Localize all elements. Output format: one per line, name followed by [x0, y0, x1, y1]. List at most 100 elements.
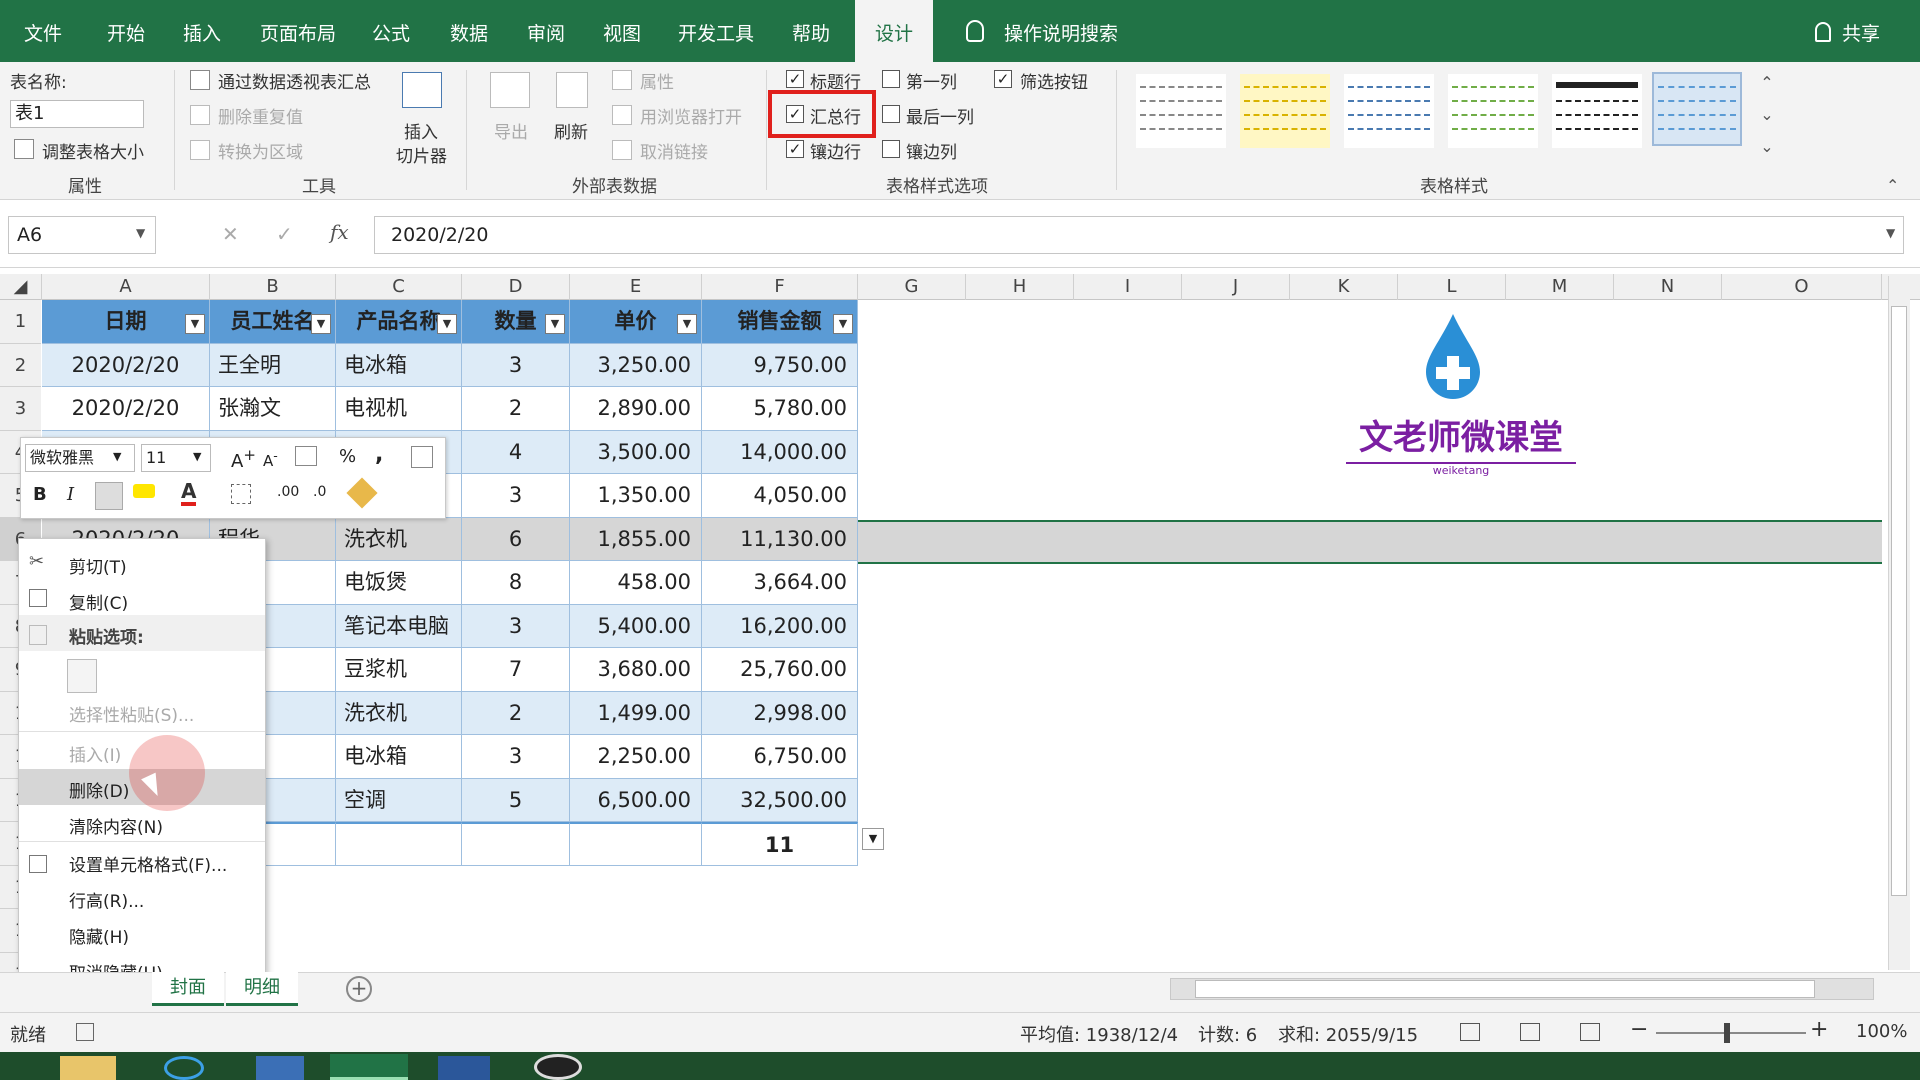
- menu-item-clear-contents[interactable]: 清除内容(N): [69, 813, 163, 838]
- add-sheet-icon[interactable]: +: [346, 976, 372, 1002]
- vertical-scrollbar[interactable]: [1888, 276, 1910, 970]
- sheet-tab-cover[interactable]: 封面: [152, 972, 224, 1006]
- file-explorer-icon[interactable]: [60, 1056, 116, 1080]
- tell-me-search[interactable]: 操作说明搜索: [1004, 0, 1118, 62]
- insert-function-icon[interactable]: fx: [330, 220, 349, 244]
- table-header-cell[interactable]: 销售金额 ▼: [702, 300, 858, 344]
- column-header-L[interactable]: L: [1398, 274, 1506, 300]
- table-cell[interactable]: 9,750.00: [702, 343, 858, 387]
- excel-icon[interactable]: [330, 1054, 408, 1080]
- column-header-G[interactable]: G: [858, 274, 966, 300]
- zoom-slider-thumb[interactable]: [1724, 1023, 1730, 1043]
- column-header-H[interactable]: H: [966, 274, 1074, 300]
- total-row-cell[interactable]: [336, 822, 462, 866]
- tab-insert[interactable]: 插入: [183, 0, 221, 62]
- menu-item-delete[interactable]: 删除(D): [69, 777, 129, 802]
- remove-duplicates-button[interactable]: 删除重复值: [218, 103, 303, 128]
- zoom-in-icon[interactable]: +: [1810, 1017, 1828, 1042]
- format-painter-icon[interactable]: [346, 477, 378, 509]
- table-cell[interactable]: 16,200.00: [702, 604, 858, 648]
- first-column-checkbox[interactable]: [882, 70, 900, 88]
- increase-font-icon[interactable]: A+: [231, 446, 256, 472]
- filter-dropdown-icon[interactable]: ▼: [677, 314, 697, 334]
- menu-item-row-height[interactable]: 行高(R)...: [69, 887, 144, 912]
- row-header[interactable]: 1: [0, 300, 41, 344]
- table-cell[interactable]: 5,400.00: [570, 604, 702, 648]
- record-icon[interactable]: [534, 1054, 582, 1080]
- convert-to-range-button[interactable]: 转换为区域: [218, 138, 303, 163]
- table-cell[interactable]: 3,680.00: [570, 648, 702, 692]
- page-break-view-icon[interactable]: [1580, 1023, 1600, 1041]
- chevron-down-icon[interactable]: ▼: [193, 450, 201, 463]
- table-header-cell[interactable]: 产品名称 ▼: [336, 300, 462, 344]
- filter-button-checkbox[interactable]: ✓: [994, 70, 1012, 88]
- tab-data[interactable]: 数据: [450, 0, 488, 62]
- table-cell[interactable]: 3,250.00: [570, 343, 702, 387]
- table-cell[interactable]: 1,499.00: [570, 691, 702, 735]
- zoom-slider[interactable]: [1656, 1032, 1806, 1034]
- table-cell[interactable]: 洗衣机: [336, 691, 462, 735]
- table-cell[interactable]: 458.00: [570, 561, 702, 605]
- gallery-more-icon[interactable]: ⌄: [1754, 134, 1780, 160]
- enter-icon[interactable]: ✓: [276, 222, 293, 246]
- paste-icon[interactable]: [67, 659, 97, 693]
- table-cell[interactable]: 2020/2/20: [42, 343, 210, 387]
- chevron-down-icon[interactable]: ▼: [113, 450, 121, 463]
- row-header[interactable]: 2: [0, 343, 41, 387]
- table-cell[interactable]: 3: [462, 474, 570, 518]
- table-header-cell[interactable]: 数量 ▼: [462, 300, 570, 344]
- macro-record-icon[interactable]: [76, 1023, 94, 1041]
- table-cell[interactable]: 5: [462, 778, 570, 822]
- table-cell[interactable]: 笔记本电脑: [336, 604, 462, 648]
- tab-design[interactable]: 设计: [855, 0, 934, 62]
- column-header-O[interactable]: O: [1722, 274, 1882, 300]
- total-row-value[interactable]: 11: [702, 822, 858, 866]
- banded-columns-checkbox[interactable]: [882, 140, 900, 158]
- refresh-button[interactable]: 刷新: [554, 118, 588, 143]
- share-button[interactable]: 共享: [1842, 0, 1880, 62]
- borders-icon[interactable]: [231, 484, 251, 504]
- table-style-swatch[interactable]: [1240, 74, 1330, 148]
- table-cell[interactable]: 6,500.00: [570, 778, 702, 822]
- align-center-icon[interactable]: [95, 482, 123, 510]
- last-column-checkbox[interactable]: [882, 105, 900, 123]
- table-cell[interactable]: 1,855.00: [570, 517, 702, 561]
- header-row-checkbox[interactable]: ✓: [786, 70, 804, 88]
- italic-button[interactable]: I: [67, 484, 74, 505]
- table-cell[interactable]: 5,780.00: [702, 387, 858, 431]
- table-header-cell[interactable]: 单价 ▼: [570, 300, 702, 344]
- tab-home[interactable]: 开始: [107, 0, 145, 62]
- table-cell[interactable]: 电冰箱: [336, 735, 462, 779]
- table-cell[interactable]: 2: [462, 691, 570, 735]
- bold-button[interactable]: B: [33, 484, 47, 505]
- filter-dropdown-icon[interactable]: ▼: [185, 314, 205, 334]
- table-cell[interactable]: 11,130.00: [702, 517, 858, 561]
- column-header-M[interactable]: M: [1506, 274, 1614, 300]
- filter-dropdown-icon[interactable]: ▼: [311, 314, 331, 334]
- select-all-corner[interactable]: ◢: [0, 274, 42, 300]
- table-header-cell[interactable]: 员工姓名 ▼: [210, 300, 336, 344]
- table-cell[interactable]: 7: [462, 648, 570, 692]
- column-header-N[interactable]: N: [1614, 274, 1722, 300]
- table-cell[interactable]: 豆浆机: [336, 648, 462, 692]
- column-header-E[interactable]: E: [570, 274, 702, 300]
- table-cell[interactable]: 25,760.00: [702, 648, 858, 692]
- menu-item-cut[interactable]: 剪切(T): [69, 553, 127, 578]
- table-cell[interactable]: 2: [462, 387, 570, 431]
- table-cell[interactable]: 2020/2/20: [42, 387, 210, 431]
- filter-dropdown-icon[interactable]: ▼: [833, 314, 853, 334]
- table-cell[interactable]: 32,500.00: [702, 778, 858, 822]
- row-header[interactable]: 3: [0, 387, 41, 431]
- gallery-scroll-up-icon[interactable]: ⌃: [1754, 70, 1780, 96]
- table-cell[interactable]: 空调: [336, 778, 462, 822]
- decrease-font-icon[interactable]: A-: [263, 448, 278, 470]
- column-header-D[interactable]: D: [462, 274, 570, 300]
- banded-rows-checkbox[interactable]: ✓: [786, 140, 804, 158]
- table-cell[interactable]: 3: [462, 735, 570, 779]
- table-format-icon[interactable]: [411, 446, 433, 468]
- column-header-J[interactable]: J: [1182, 274, 1290, 300]
- menu-item-paste-special[interactable]: 选择性粘贴(S)...: [69, 701, 194, 726]
- total-row-checkbox[interactable]: ✓: [786, 105, 804, 123]
- tab-help[interactable]: 帮助: [792, 0, 830, 62]
- table-style-swatch-selected[interactable]: [1652, 72, 1742, 146]
